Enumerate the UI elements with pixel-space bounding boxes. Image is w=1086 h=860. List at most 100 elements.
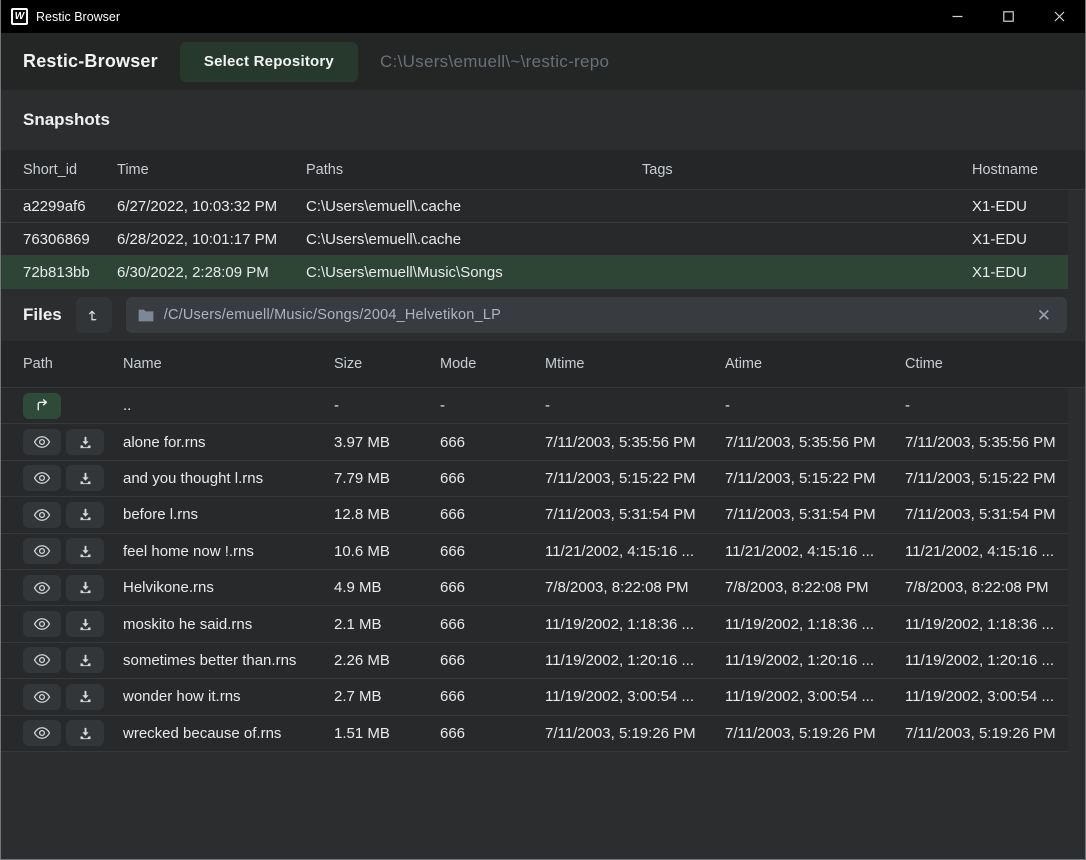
file-mtime: 11/19/2002, 1:20:16 ... — [545, 652, 725, 669]
file-mode: 666 — [440, 470, 545, 487]
column-header-mtime[interactable]: Mtime — [545, 356, 725, 372]
column-header-short-id[interactable]: Short_id — [23, 162, 117, 178]
clear-path-icon[interactable]: ✕ — [1033, 305, 1055, 326]
preview-file-button[interactable] — [23, 538, 61, 564]
file-mtime: 7/8/2003, 8:22:08 PM — [545, 579, 725, 596]
file-ctime: 11/21/2002, 4:15:16 ... — [905, 543, 1062, 560]
download-file-button[interactable] — [66, 684, 104, 710]
eye-icon — [33, 508, 51, 522]
file-name: feel home now !.rns — [123, 543, 334, 560]
file-row[interactable]: and you thought l.rns 7.79 MB 666 7/11/2… — [1, 461, 1068, 497]
file-row[interactable]: Helvikone.rns 4.9 MB 666 7/8/2003, 8:22:… — [1, 570, 1068, 606]
column-header-ctime[interactable]: Ctime — [905, 356, 1079, 372]
column-header-paths[interactable]: Paths — [306, 162, 642, 178]
column-header-hostname[interactable]: Hostname — [972, 162, 1067, 178]
titlebar-left: W Restic Browser — [1, 8, 120, 25]
minimize-button[interactable] — [932, 0, 983, 33]
column-header-name[interactable]: Name — [123, 356, 334, 372]
file-ctime: 7/8/2003, 8:22:08 PM — [905, 579, 1062, 596]
file-atime: 11/19/2002, 1:20:16 ... — [725, 652, 905, 669]
download-icon — [78, 435, 93, 450]
titlebar[interactable]: W Restic Browser — [1, 0, 1085, 33]
snapshot-paths: C:\Users\emuell\.cache — [306, 198, 642, 215]
column-header-tags[interactable]: Tags — [642, 162, 972, 178]
maximize-button[interactable] — [983, 0, 1034, 33]
close-button[interactable] — [1034, 0, 1085, 33]
download-file-button[interactable] — [66, 647, 104, 673]
file-row[interactable]: feel home now !.rns 10.6 MB 666 11/21/20… — [1, 534, 1068, 570]
file-ctime: 7/11/2003, 5:19:26 PM — [905, 725, 1062, 742]
snapshot-time: 6/28/2022, 10:01:17 PM — [117, 231, 306, 248]
files-table-body: alone for.rns 3.97 MB 666 7/11/2003, 5:3… — [1, 424, 1085, 752]
preview-file-button[interactable] — [23, 611, 61, 637]
download-file-button[interactable] — [66, 611, 104, 637]
file-name: and you thought l.rns — [123, 470, 334, 487]
select-repository-button[interactable]: Select Repository — [180, 42, 358, 82]
current-path-bar[interactable]: /C/Users/emuell/Music/Songs/2004_Helveti… — [126, 297, 1067, 333]
download-file-button[interactable] — [66, 575, 104, 601]
file-mtime: 7/11/2003, 5:15:22 PM — [545, 470, 725, 487]
file-size: 10.6 MB — [334, 543, 440, 560]
column-header-time[interactable]: Time — [117, 162, 306, 178]
file-row[interactable]: wrecked because of.rns 1.51 MB 666 7/11/… — [1, 716, 1068, 752]
repository-path: C:\Users\emuell\~\restic-repo — [380, 52, 609, 72]
file-mode: 666 — [440, 543, 545, 560]
snapshots-table-header: Short_id Time Paths Tags Hostname — [1, 150, 1085, 190]
goto-root-button[interactable] — [76, 297, 112, 333]
maximize-icon — [1003, 11, 1014, 22]
preview-file-button[interactable] — [23, 429, 61, 455]
snapshots-heading: Snapshots — [23, 110, 110, 130]
column-header-atime[interactable]: Atime — [725, 356, 905, 372]
file-atime: 11/21/2002, 4:15:16 ... — [725, 543, 905, 560]
snapshot-row[interactable]: a2299af6 6/27/2022, 10:03:32 PM C:\Users… — [1, 190, 1068, 223]
snapshot-paths: C:\Users\emuell\.cache — [306, 231, 642, 248]
column-header-size[interactable]: Size — [334, 356, 440, 372]
preview-file-button[interactable] — [23, 465, 61, 491]
download-file-button[interactable] — [66, 538, 104, 564]
file-name: Helvikone.rns — [123, 579, 334, 596]
file-atime: 11/19/2002, 3:00:54 ... — [725, 688, 905, 705]
files-section-header: Files /C/Users/emuell/Music/Songs/2004_H… — [1, 289, 1085, 341]
file-size: 4.9 MB — [334, 579, 440, 596]
download-icon — [78, 689, 93, 704]
file-ctime: 7/11/2003, 5:35:56 PM — [905, 434, 1062, 451]
file-row[interactable]: sometimes better than.rns 2.26 MB 666 11… — [1, 643, 1068, 679]
download-icon — [78, 544, 93, 559]
column-header-path[interactable]: Path — [23, 356, 123, 372]
level-up-icon — [86, 307, 102, 323]
column-header-mode[interactable]: Mode — [440, 356, 545, 372]
preview-file-button[interactable] — [23, 575, 61, 601]
preview-file-button[interactable] — [23, 684, 61, 710]
preview-file-button[interactable] — [23, 502, 61, 528]
download-icon — [78, 726, 93, 741]
file-name: .. — [123, 397, 334, 414]
download-file-button[interactable] — [66, 465, 104, 491]
download-icon — [78, 617, 93, 632]
app-header: Restic-Browser Select Repository C:\User… — [1, 33, 1085, 90]
file-ctime: 11/19/2002, 1:20:16 ... — [905, 652, 1062, 669]
download-file-button[interactable] — [66, 429, 104, 455]
snapshot-row[interactable]: 76306869 6/28/2022, 10:01:17 PM C:\Users… — [1, 223, 1068, 256]
file-name: wonder how it.rns — [123, 688, 334, 705]
file-row[interactable]: alone for.rns 3.97 MB 666 7/11/2003, 5:3… — [1, 424, 1068, 460]
file-row[interactable]: moskito he said.rns 2.1 MB 666 11/19/200… — [1, 606, 1068, 642]
minimize-icon — [952, 11, 963, 22]
preview-file-button[interactable] — [23, 647, 61, 673]
file-row[interactable]: before l.rns 12.8 MB 666 7/11/2003, 5:31… — [1, 497, 1068, 533]
file-row[interactable]: wonder how it.rns 2.7 MB 666 11/19/2002,… — [1, 679, 1068, 715]
parent-directory-row[interactable]: .. - - - - - — [1, 388, 1068, 424]
preview-file-button[interactable] — [23, 720, 61, 746]
files-table-header: Path Name Size Mode Mtime Atime Ctime — [1, 341, 1085, 388]
navigate-up-button[interactable] — [23, 393, 61, 419]
folder-icon — [138, 308, 154, 322]
download-file-button[interactable] — [66, 720, 104, 746]
download-file-button[interactable] — [66, 502, 104, 528]
app-window: W Restic Browser Restic-Browser Select R… — [0, 0, 1086, 860]
snapshot-row-selected[interactable]: 72b813bb 6/30/2022, 2:28:09 PM C:\Users\… — [1, 256, 1068, 289]
snapshots-section-header: Snapshots — [1, 90, 1085, 150]
file-name: moskito he said.rns — [123, 616, 334, 633]
eye-icon — [33, 653, 51, 667]
snapshot-hostname: X1-EDU — [972, 231, 1050, 248]
eye-icon — [33, 544, 51, 558]
file-mode: 666 — [440, 725, 545, 742]
